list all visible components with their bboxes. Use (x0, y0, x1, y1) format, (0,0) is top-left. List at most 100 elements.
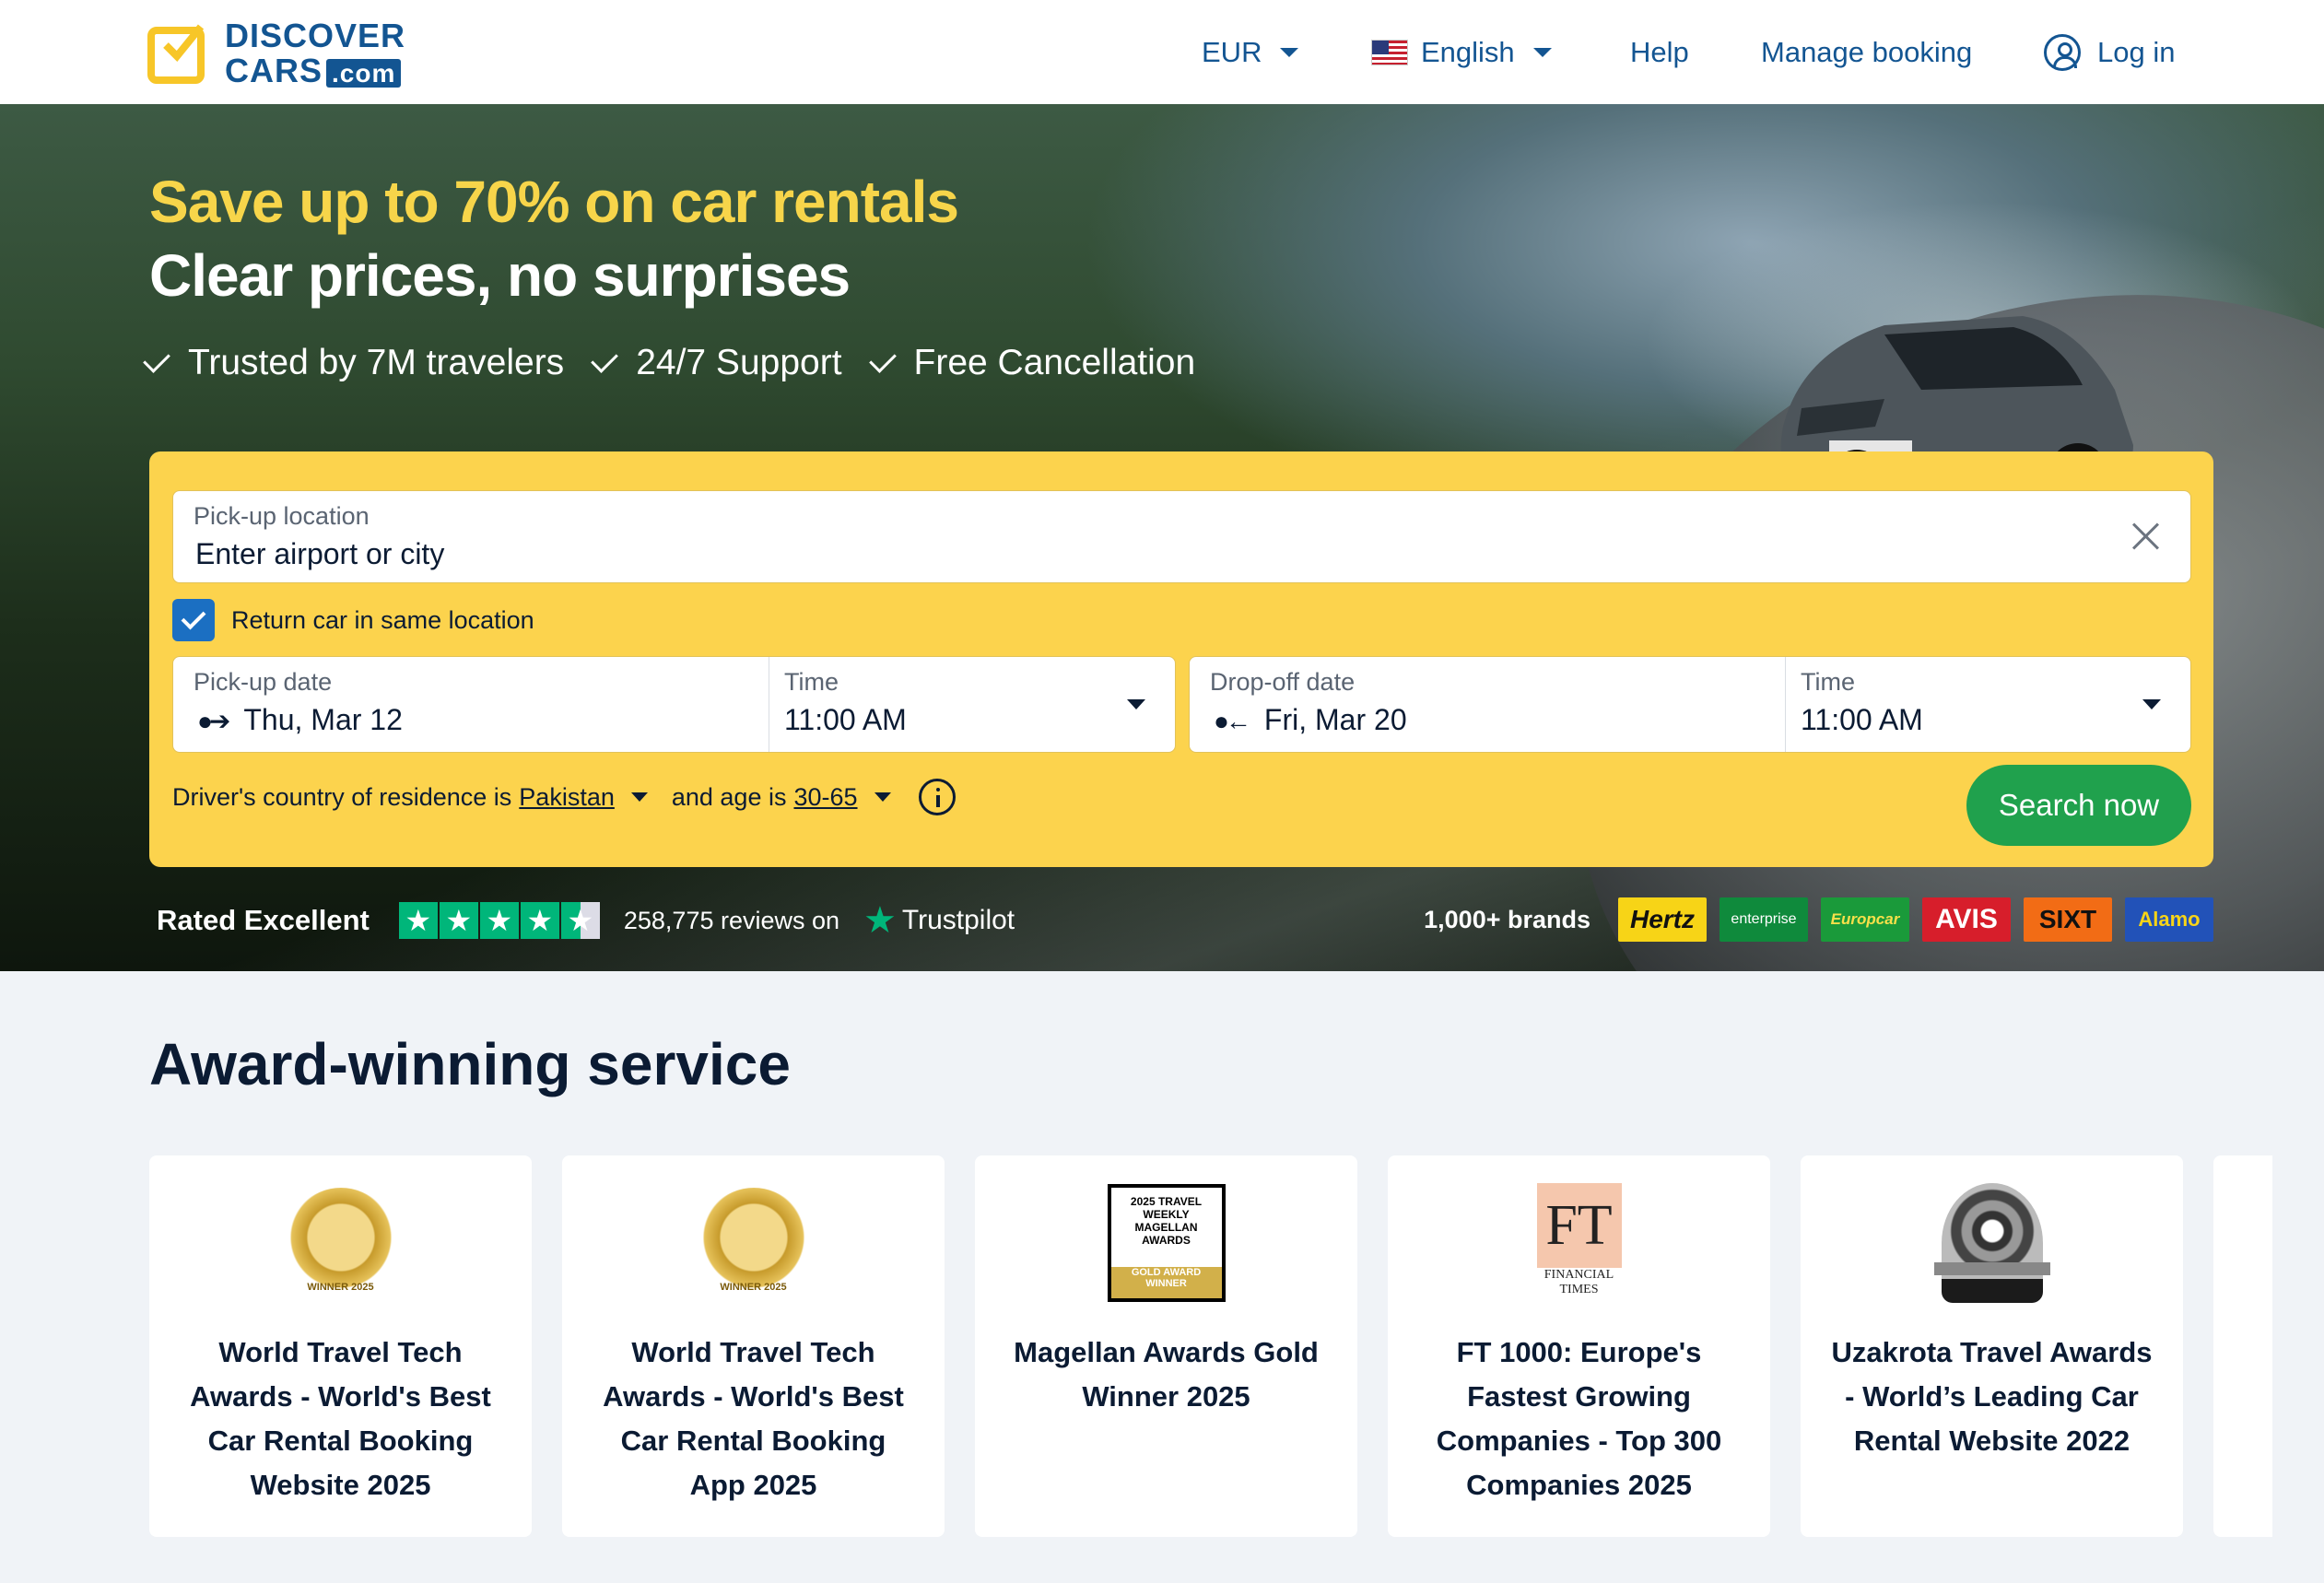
dropoff-date-label: Drop-off date (1210, 668, 1356, 696)
feature-item: Free Cancellation (868, 343, 1195, 383)
magellan-awards-icon: 2025 TRAVEL WEEKLY MAGELLAN AWARDS GOLD … (1102, 1183, 1231, 1303)
return-same-location-checkbox[interactable] (172, 599, 215, 641)
site-header: DISCOVER CARS .com EUR English Help Manag… (0, 0, 2324, 104)
award-card-text: Magellan Awards Gold Winner 2025 (1014, 1336, 1319, 1413)
login-button[interactable]: Log in (2044, 0, 2175, 104)
dropoff-time-value: 11:00 AM (1801, 703, 1923, 736)
chevron-down-icon (1532, 47, 1552, 57)
trustpilot-star-icon: ★ (863, 900, 897, 941)
review-count: 258,775 reviews on (623, 906, 840, 934)
rating-label: Rated Excellent (157, 904, 370, 936)
driver-country-prefix: Driver's country of residence is (172, 782, 512, 811)
language-selector[interactable]: English (1371, 0, 1552, 104)
hertz-logo: Hertz (1618, 897, 1707, 942)
dropoff-time-select[interactable]: Time 11:00 AM (1786, 657, 2192, 752)
pickup-datetime-group: Pick-up date ●➔ Thu, Mar 12 Time 11:00 AM (172, 656, 1176, 753)
chevron-down-icon (2142, 699, 2161, 709)
login-label: Log in (2097, 35, 2176, 68)
awards-section-title: Award-winning service (149, 1031, 791, 1097)
hero-banner: Save up to 70% on car rentals Clear pric… (0, 104, 2324, 971)
help-link[interactable]: Help (1630, 0, 1689, 104)
return-same-location-label: Return car in same location (231, 605, 534, 634)
brand-logos: 1,000+ brands Hertz enterprise Europcar … (1424, 897, 2213, 942)
return-same-location[interactable]: Return car in same location (172, 599, 534, 641)
award-card-partial (2213, 1155, 2272, 1537)
star-icon: ★ (439, 902, 478, 939)
pickup-location-label: Pick-up location (194, 502, 370, 530)
driver-age-prefix: and age is (671, 782, 787, 811)
trustpilot-logo: Trustpilot (901, 905, 1015, 935)
us-flag-icon (1371, 39, 1408, 65)
user-icon (2044, 33, 2081, 71)
driver-details: Driver's country of residence is Pakista… (172, 779, 956, 815)
logo-wordmark: DISCOVER CARS .com (225, 17, 406, 89)
award-card-text: FT 1000: Europe's Fastest Growing Compan… (1436, 1336, 1722, 1501)
pickup-time-label: Time (784, 668, 839, 696)
close-icon[interactable] (2130, 519, 2163, 552)
currency-selector[interactable]: EUR (1202, 0, 1299, 104)
feature-item: 24/7 Support (591, 343, 842, 383)
chevron-down-icon (1280, 47, 1299, 57)
driver-age-select[interactable]: 30-65 (793, 783, 857, 812)
check-icon (143, 346, 170, 373)
currency-label: EUR (1202, 35, 1262, 68)
enterprise-logo: enterprise (1720, 897, 1808, 942)
discovercars-logo[interactable]: DISCOVER CARS .com (147, 18, 405, 91)
alamo-logo: Alamo (2125, 897, 2213, 942)
award-card: WINNER 2025 World Travel Tech Awards - W… (562, 1155, 945, 1537)
pickup-location-field[interactable]: Pick-up location Enter airport or city (172, 490, 2191, 583)
logo-check-icon (147, 23, 205, 84)
pickup-time-select[interactable]: Time 11:00 AM (769, 657, 1177, 752)
award-card-text: World Travel Tech Awards - World's Best … (603, 1336, 904, 1501)
award-card: Uzakrota Travel Awards - World’s Leading… (1801, 1155, 2183, 1537)
search-now-button[interactable]: Search now (1966, 765, 2191, 846)
uzakrota-awards-icon (1928, 1183, 2057, 1303)
hero-headline-prices: Clear prices, no surprises (149, 242, 851, 309)
check-icon (868, 346, 897, 373)
pickup-date-field[interactable]: Pick-up date ●➔ Thu, Mar 12 (173, 657, 769, 752)
driver-country-select[interactable]: Pakistan (519, 783, 615, 812)
world-travel-tech-awards-icon: WINNER 2025 (689, 1183, 818, 1303)
language-label: English (1421, 35, 1515, 68)
award-card-text: Uzakrota Travel Awards - World’s Leading… (1831, 1336, 2153, 1457)
arrow-right-icon: ●➔ (197, 707, 230, 735)
search-form: Pick-up location Enter airport or city R… (149, 451, 2213, 867)
award-card: 2025 TRAVEL WEEKLY MAGELLAN AWARDS GOLD … (975, 1155, 1357, 1537)
dropoff-date-field[interactable]: Drop-off date ●← Fri, Mar 20 (1190, 657, 1785, 752)
europcar-logo: Europcar (1821, 897, 1909, 942)
trustpilot-rating[interactable]: Rated Excellent ★ ★ ★ ★ ★ 258,775 review… (157, 899, 1015, 942)
awards-carousel[interactable]: WINNER 2025 World Travel Tech Awards - W… (149, 1155, 2272, 1537)
brands-count: 1,000+ brands (1424, 905, 1590, 933)
chevron-down-icon[interactable] (630, 792, 648, 802)
star-icon: ★ (520, 902, 559, 939)
star-icon: ★ (479, 902, 519, 939)
check-icon (591, 346, 619, 373)
award-card: WINNER 2025 World Travel Tech Awards - W… (149, 1155, 532, 1537)
award-card: FT FINANCIAL TIMES FT 1000: Europe's Fas… (1388, 1155, 1770, 1537)
dropoff-date-value: Fri, Mar 20 (1263, 703, 1407, 736)
pickup-date-label: Pick-up date (194, 668, 333, 696)
pickup-date-value: Thu, Mar 12 (243, 703, 403, 736)
financial-times-icon: FT FINANCIAL TIMES (1515, 1183, 1644, 1303)
feature-item: Trusted by 7M travelers (143, 343, 564, 383)
dropoff-date-value-wrap: ●← Fri, Mar 20 (1214, 703, 1407, 737)
pickup-date-value-wrap: ●➔ Thu, Mar 12 (197, 703, 403, 737)
star-half-icon: ★ (560, 902, 600, 939)
chevron-down-icon (1127, 699, 1145, 709)
star-icon: ★ (398, 902, 438, 939)
pickup-time-value: 11:00 AM (784, 703, 907, 736)
rating-stars: ★ ★ ★ ★ ★ (398, 902, 602, 939)
award-card-text: World Travel Tech Awards - World's Best … (190, 1336, 491, 1501)
info-icon[interactable] (918, 779, 956, 815)
hero-headline-savings: Save up to 70% on car rentals (149, 169, 959, 235)
avis-logo: AVIS (1922, 897, 2011, 942)
hero-features: Trusted by 7M travelers 24/7 Support Fre… (143, 343, 1228, 383)
sixt-logo: SIXT (2024, 897, 2112, 942)
pickup-location-input[interactable]: Enter airport or city (195, 537, 444, 571)
chevron-down-icon[interactable] (874, 792, 891, 802)
world-travel-tech-awards-icon: WINNER 2025 (276, 1183, 405, 1303)
dropoff-time-label: Time (1801, 668, 1855, 696)
dropoff-datetime-group: Drop-off date ●← Fri, Mar 20 Time 11:00 A… (1189, 656, 2191, 753)
arrow-left-icon: ●← (1214, 707, 1251, 735)
manage-booking-link[interactable]: Manage booking (1761, 0, 1972, 104)
